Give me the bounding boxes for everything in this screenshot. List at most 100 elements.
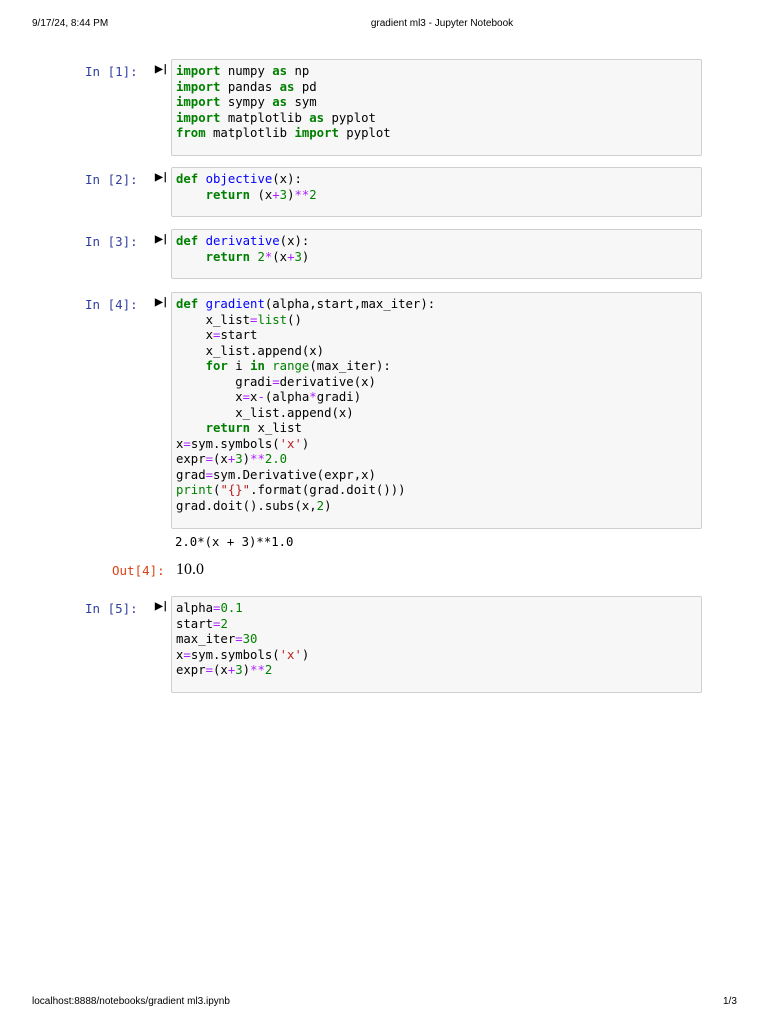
code-token: matplotlib <box>205 126 295 140</box>
code-token: sym.Derivative(expr,x) <box>213 467 376 482</box>
code-token: - <box>257 390 265 404</box>
code-token: ) <box>301 647 310 662</box>
code-token: 'x' <box>279 647 302 662</box>
code-input[interactable]: import numpy as np import pandas as pd imp… <box>171 59 702 156</box>
code-token: gradi) <box>316 390 362 404</box>
code-token: return <box>205 421 251 435</box>
code-token: + <box>272 187 280 202</box>
code-token: pd <box>294 79 317 94</box>
input-prompt: In [2]: <box>85 172 138 187</box>
code-line: def objective(x): <box>176 172 701 188</box>
code-line: def gradient(alpha,start,max_iter): <box>176 297 701 313</box>
code-token: (x <box>213 452 228 466</box>
code-token: sympy <box>220 95 273 109</box>
run-icon[interactable]: ▶∣ <box>155 64 168 75</box>
code-line: alpha=0.1 <box>176 601 701 617</box>
code-line: x=x-(alpha*gradi) <box>176 390 701 406</box>
code-token: (x): <box>272 172 302 186</box>
code-line: return 2*(x+3) <box>176 250 701 266</box>
code-token: numpy <box>220 64 273 78</box>
code-input[interactable]: def objective(x): return (x+3)**2 <box>171 167 702 217</box>
code-cell-4[interactable]: In [4]: ▶∣ def gradient(alpha,start,max_… <box>80 292 702 529</box>
code-token: .format(grad.doit())) <box>250 483 406 497</box>
code-token: 30 <box>242 632 258 646</box>
code-token: import <box>176 95 221 109</box>
code-token: 'x' <box>279 436 302 451</box>
code-token: x_list <box>176 312 251 327</box>
code-token: 2.0 <box>264 452 288 466</box>
code-token: = <box>183 436 191 451</box>
input-prompt: In [4]: <box>85 297 138 312</box>
code-token: x_list.append(x) <box>176 405 354 420</box>
code-line: start=2 <box>176 617 701 633</box>
code-line: def derivative(x): <box>176 234 701 250</box>
code-line: grad.doit().subs(x,2) <box>176 499 701 515</box>
code-line: x_list.append(x) <box>176 344 701 360</box>
code-token: 2 <box>257 249 265 264</box>
code-token: for <box>205 359 228 373</box>
code-token: range <box>272 359 310 373</box>
code-token: = <box>272 374 280 389</box>
code-token: (x): <box>279 234 310 248</box>
code-token: = <box>205 467 214 482</box>
run-icon[interactable]: ▶∣ <box>155 172 168 183</box>
code-token: x <box>176 328 214 342</box>
code-token: pyplot <box>324 110 376 125</box>
code-line: x=sym.symbols('x') <box>176 648 701 664</box>
page-title: gradient ml3 - Jupyter Notebook <box>370 18 514 29</box>
code-token: 2 <box>264 663 273 677</box>
code-token: def <box>176 172 199 186</box>
code-line: x_list.append(x) <box>176 406 701 422</box>
code-token: ) <box>301 436 310 451</box>
code-token: x_list <box>250 421 302 435</box>
code-line: import pandas as pd <box>176 80 701 96</box>
output-prompt: Out[4]: <box>112 563 165 578</box>
code-token: = <box>183 647 191 662</box>
run-icon[interactable]: ▶∣ <box>155 601 168 612</box>
code-input[interactable]: alpha=0.1 start=2 max_iter=30 x=sym.symbols… <box>171 596 702 693</box>
code-line: max_iter=30 <box>176 632 701 648</box>
code-token: (x <box>250 187 273 202</box>
code-line: return x_list <box>176 421 701 437</box>
code-token: ) <box>242 452 251 466</box>
code-cell-2[interactable]: In [2]: ▶∣ def objective(x): return (x+3… <box>80 167 702 217</box>
code-token: (x <box>272 249 288 264</box>
code-cell-1[interactable]: In [1]: ▶∣ import numpy as np import pand… <box>80 59 702 156</box>
code-token: np <box>287 64 310 78</box>
code-token: (alpha,start,max_iter): <box>264 297 436 311</box>
code-token: import <box>176 64 221 78</box>
code-input[interactable]: def gradient(alpha,start,max_iter): x_li… <box>171 292 702 529</box>
code-token: = <box>242 390 251 404</box>
code-token: as <box>272 95 288 109</box>
code-token: x <box>176 390 243 404</box>
code-line: from matplotlib import pyplot <box>176 126 701 142</box>
code-token: expr <box>176 663 206 677</box>
code-token: import <box>176 110 221 125</box>
code-line: grad=sym.Derivative(expr,x) <box>176 468 701 484</box>
code-token: list <box>257 312 288 327</box>
code-cell-5[interactable]: In [5]: ▶∣ alpha=0.1 start=2 max_iter=30 x=… <box>80 596 702 693</box>
code-token: 2 <box>316 498 325 513</box>
result-output: 10.0 <box>176 561 204 578</box>
code-input[interactable]: def derivative(x): return 2*(x+3) <box>171 229 702 279</box>
input-prompt: In [3]: <box>85 234 138 249</box>
code-token: ) <box>324 498 332 513</box>
code-line: return (x+3)**2 <box>176 188 701 204</box>
code-token: gradi <box>176 374 273 389</box>
code-token: start <box>220 328 258 342</box>
code-token: as <box>309 110 325 125</box>
code-token: gradient <box>205 297 265 311</box>
code-token: def <box>176 297 199 311</box>
code-token: ** <box>250 663 265 677</box>
code-cell-3[interactable]: In [3]: ▶∣ def derivative(x): return 2*(… <box>80 229 702 279</box>
code-token: ** <box>250 452 265 466</box>
code-line: import matplotlib as pyplot <box>176 111 701 127</box>
code-token: max_iter <box>176 632 236 646</box>
code-token: i <box>227 359 251 373</box>
run-icon[interactable]: ▶∣ <box>155 234 168 245</box>
run-icon[interactable]: ▶∣ <box>155 297 168 308</box>
